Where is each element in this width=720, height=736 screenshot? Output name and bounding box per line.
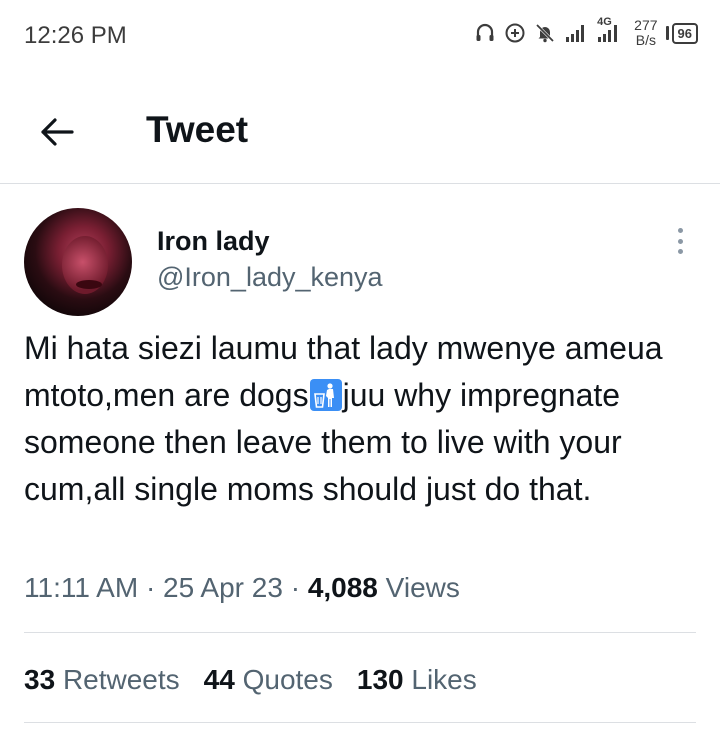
likes-count: 130: [356, 664, 404, 695]
author-handle[interactable]: @Iron_lady_kenya: [157, 262, 383, 293]
tweet-date[interactable]: 25 Apr 23: [163, 572, 283, 603]
trash-can-icon: [309, 377, 342, 411]
dot-icon: [677, 228, 683, 233]
signal-4g-icon: 4G: [596, 16, 622, 44]
separator: ·: [290, 572, 301, 603]
status-time: 12:26 PM: [24, 22, 127, 49]
network-type: 4G: [597, 16, 612, 28]
mute-bell-icon: [534, 22, 556, 44]
avatar[interactable]: [24, 208, 132, 316]
divider: [24, 722, 696, 723]
tweet-stats: 33 Retweets 44 Quotes 130 Likes: [24, 664, 477, 696]
author-display-name[interactable]: Iron lady: [157, 226, 270, 257]
retweets-count: 33: [24, 664, 56, 695]
tweet-meta: 11:11 AM · 25 Apr 23 · 4,088 Views: [24, 572, 460, 604]
quotes-count: 44: [203, 664, 235, 695]
battery-level: 96: [671, 22, 698, 44]
separator: ·: [145, 572, 156, 603]
more-options-button[interactable]: [668, 224, 692, 258]
likes-label: Likes: [411, 664, 477, 695]
back-button[interactable]: [36, 111, 78, 153]
status-bar: 12:26 PM 4G 277 B/s 96: [0, 0, 720, 70]
dot-icon: [677, 238, 683, 244]
tweet-text: Mi hata siezi laumu that lady mwenye ame…: [24, 325, 694, 513]
data-saver-icon: [504, 22, 526, 44]
views-label: Views: [385, 572, 460, 603]
dot-icon: [677, 249, 683, 254]
arrow-left-icon: [41, 118, 74, 146]
net-speed: 277 B/s: [634, 18, 657, 48]
retweets-label: Retweets: [62, 664, 180, 695]
tweet-time[interactable]: 11:11 AM: [24, 572, 138, 603]
battery-icon: 96: [665, 22, 698, 44]
signal-icon: [564, 22, 588, 44]
status-icons: 4G 277 B/s 96: [474, 16, 698, 48]
page-title: Tweet: [146, 109, 249, 150]
headphones-icon: [474, 22, 496, 44]
likes-stat[interactable]: 130 Likes: [357, 664, 477, 696]
retweets-stat[interactable]: 33 Retweets: [24, 664, 180, 696]
divider: [24, 632, 696, 633]
quotes-stat[interactable]: 44 Quotes: [204, 664, 333, 696]
views-count: 4,088: [307, 572, 378, 603]
app-header: Tweet: [0, 84, 720, 184]
quotes-label: Quotes: [242, 664, 333, 695]
net-speed-value: 277: [634, 17, 658, 33]
net-speed-unit: B/s: [635, 32, 656, 48]
